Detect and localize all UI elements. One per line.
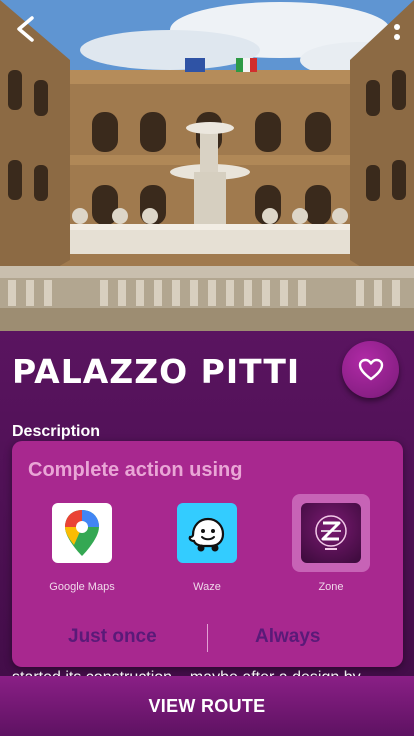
app-icon-frame — [43, 494, 121, 572]
app-option-waze[interactable]: Waze — [167, 494, 247, 594]
actions-divider — [207, 624, 208, 652]
app-chooser-dialog: Complete action using Google Maps Waze Z… — [12, 441, 403, 667]
favorite-button[interactable] — [342, 341, 399, 398]
view-route-button[interactable]: VIEW ROUTE — [0, 676, 414, 736]
description-label: Description — [12, 423, 101, 440]
google-maps-icon — [52, 503, 112, 563]
more-options-button[interactable] — [388, 16, 406, 48]
app-icon-frame — [292, 494, 370, 572]
waze-icon — [177, 503, 237, 563]
app-option-zone[interactable]: Zone — [291, 494, 371, 594]
app-label: Google Maps — [49, 581, 115, 593]
dialog-title: Complete action using — [28, 459, 243, 481]
app-label: Zone — [318, 581, 344, 593]
heart-icon — [358, 358, 383, 380]
place-title: PALAZZO PITTI — [12, 352, 301, 391]
always-button[interactable]: Always — [255, 626, 320, 648]
back-arrow-icon — [17, 16, 34, 42]
back-button[interactable] — [14, 16, 46, 48]
palazzo-pitti-photo — [0, 0, 414, 331]
just-once-button[interactable]: Just once — [68, 626, 157, 648]
dot-icon — [394, 34, 400, 40]
app-option-google-maps[interactable]: Google Maps — [42, 494, 122, 594]
dialog-actions: Just once Always — [12, 621, 403, 655]
dot-icon — [394, 24, 400, 30]
app-label: Waze — [193, 581, 221, 593]
zone-icon — [301, 503, 361, 563]
app-icon-frame — [168, 494, 246, 572]
place-photo — [0, 0, 414, 331]
